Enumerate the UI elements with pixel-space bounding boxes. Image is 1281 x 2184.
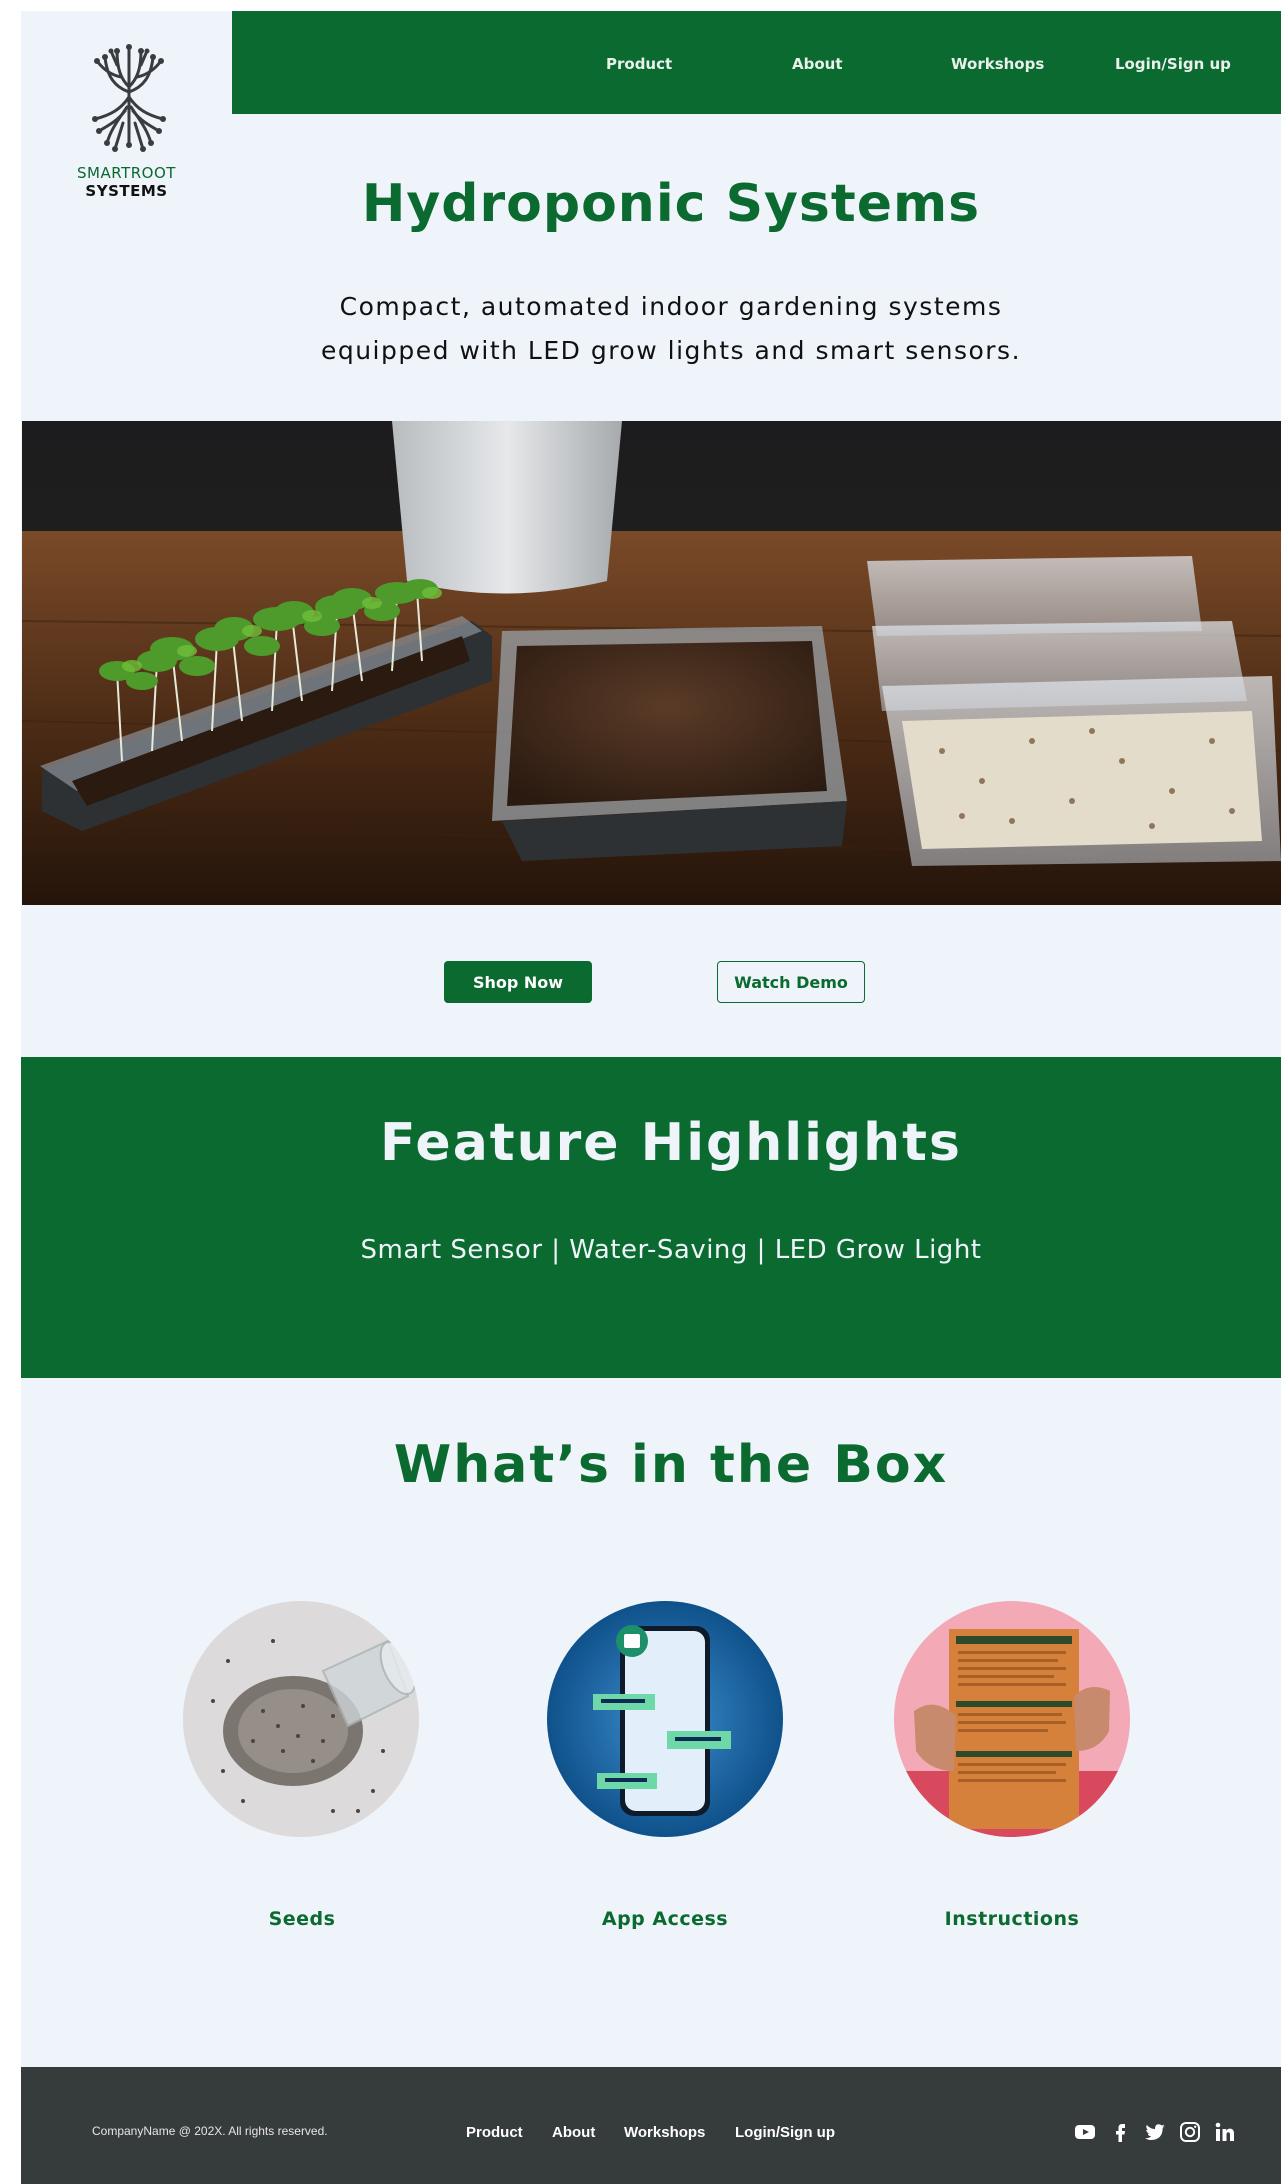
whats-in-the-box-title: What’s in the Box: [393, 1435, 949, 1495]
feature-highlights-list: Smart Sensor | Water-Saving | LED Grow L…: [360, 1235, 982, 1265]
seeds-label: Seeds: [268, 1908, 336, 1930]
hero-subtitle: Compact, automated indoor gardening syst…: [271, 285, 1071, 373]
seeds-image: [183, 1601, 419, 1837]
copyright-text: CompanyName @ 202X. All rights reserved.: [92, 2124, 328, 2138]
hero-subtitle-line2: equipped with LED grow lights and smart …: [320, 336, 1022, 365]
shop-now-button[interactable]: Shop Now: [444, 961, 592, 1003]
instructions-booklet-image: [894, 1601, 1130, 1837]
footer-login-signup-link[interactable]: Login/Sign up: [735, 2124, 835, 2141]
nav-workshops-link[interactable]: Workshops: [951, 55, 1044, 73]
watch-demo-button[interactable]: Watch Demo: [717, 961, 865, 1003]
youtube-icon[interactable]: [1074, 2121, 1096, 2143]
feature-highlights-section: Feature Highlights Smart Sensor | Water-…: [21, 1057, 1281, 1378]
logo[interactable]: SMARTROOT SYSTEMS: [21, 11, 232, 201]
hero-photo-microgreens-trays: [22, 421, 1281, 905]
instagram-icon[interactable]: [1179, 2121, 1201, 2143]
app-access-label: App Access: [601, 1908, 729, 1930]
footer-product-link[interactable]: Product: [466, 2124, 523, 2141]
tree-roots-logo-icon: [92, 44, 166, 152]
nav-login-signup-link[interactable]: Login/Sign up: [1115, 55, 1231, 73]
footer-workshops-link[interactable]: Workshops: [624, 2124, 705, 2141]
footer-about-link[interactable]: About: [552, 2124, 595, 2141]
twitter-icon[interactable]: [1144, 2121, 1166, 2143]
top-navbar: Product About Workshops Login/Sign up: [232, 11, 1281, 114]
phone-app-image: [547, 1601, 783, 1837]
nav-about-link[interactable]: About: [792, 55, 843, 73]
nav-product-link[interactable]: Product: [606, 55, 672, 73]
feature-highlights-title: Feature Highlights: [380, 1113, 962, 1173]
instructions-label: Instructions: [944, 1908, 1080, 1930]
hero-subtitle-line1: Compact, automated indoor gardening syst…: [339, 292, 1003, 321]
footer: CompanyName @ 202X. All rights reserved.…: [21, 2067, 1281, 2184]
facebook-icon[interactable]: [1109, 2121, 1131, 2143]
linkedin-icon[interactable]: [1214, 2121, 1236, 2143]
hero-title: Hydroponic Systems: [361, 174, 981, 234]
page: SMARTROOT SYSTEMS Product About Workshop…: [21, 11, 1281, 2184]
